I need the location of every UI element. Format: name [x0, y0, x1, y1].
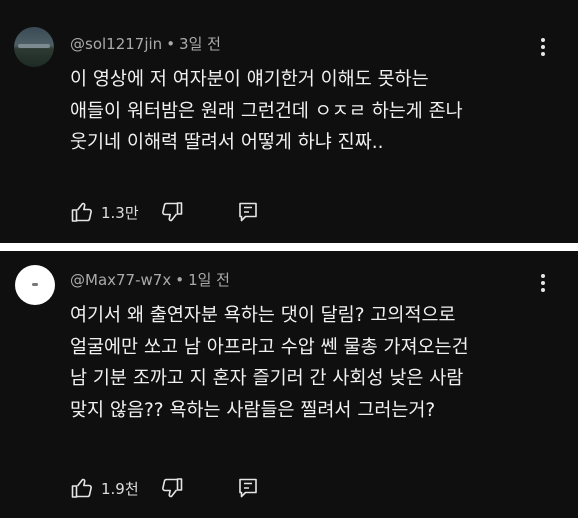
- more-vertical-icon[interactable]: [533, 272, 553, 294]
- more-vertical-icon[interactable]: [533, 36, 553, 58]
- meta-separator: •: [175, 271, 185, 289]
- thumbs-down-icon[interactable]: [160, 200, 184, 224]
- comment-line: 여기서 왜 출연자분 욕하는 댓이 달림? 고의적으로: [70, 305, 456, 326]
- comment-time[interactable]: 3일 전: [179, 35, 221, 53]
- comment-line: 얼굴에만 쏘고 남 아프라고 수압 쎈 물총 가져오는건: [70, 336, 469, 358]
- comment-meta: @Max77-w7x • 1일 전: [70, 269, 230, 290]
- thumbs-down-icon[interactable]: [160, 476, 184, 500]
- comment-line: 웃기네 이해력 딸려서 어떻게 하냐 진짜..: [70, 132, 384, 153]
- comment-time[interactable]: 1일 전: [188, 271, 230, 289]
- meta-separator: •: [166, 35, 176, 53]
- comment-line: 애들이 워터밤은 원래 그런건데 ㅇㅈㄹ 하는게 존나: [70, 100, 463, 122]
- comment-actions: 1.3만: [70, 200, 270, 224]
- thumbs-up-icon[interactable]: [70, 200, 94, 224]
- comment-line: 이 영상에 저 여자분이 얘기한거 이해도 못하는: [70, 69, 429, 90]
- comment-card: @Max77-w7x • 1일 전 여기서 왜 출연자분 욕하는 댓이 달림? 고의…: [0, 251, 578, 518]
- author-handle[interactable]: @Max77-w7x: [70, 271, 171, 289]
- comment-text: 이 영상에 저 여자분이 얘기한거 이해도 못하는 애들이 워터밤은 원래 그런…: [70, 64, 463, 159]
- author-handle[interactable]: @sol1217jin: [70, 35, 162, 53]
- comment-actions: 1.9천: [70, 476, 270, 500]
- section-divider: [0, 243, 578, 251]
- comment-line: 맞지 않음?? 욕하는 사람들은 찔려서 그러는거?: [70, 399, 436, 421]
- like-count: 1.9천: [101, 480, 139, 498]
- comment-text: 여기서 왜 출연자분 욕하는 댓이 달림? 고의적으로 얼굴에만 쏘고 남 아프…: [70, 300, 469, 426]
- like-count: 1.3만: [101, 204, 139, 222]
- comment-line: 남 기분 조까고 지 혼자 즐기러 간 사회성 낮은 사람: [70, 368, 464, 389]
- avatar[interactable]: [14, 27, 54, 67]
- comment-card: @sol1217jin • 3일 전 이 영상에 저 여자분이 얘기한거 이해도 못…: [0, 0, 578, 243]
- reply-icon[interactable]: [236, 200, 260, 224]
- avatar[interactable]: [15, 265, 55, 305]
- thumbs-up-icon[interactable]: [70, 476, 94, 500]
- reply-icon[interactable]: [236, 476, 260, 500]
- comment-meta: @sol1217jin • 3일 전: [70, 33, 221, 54]
